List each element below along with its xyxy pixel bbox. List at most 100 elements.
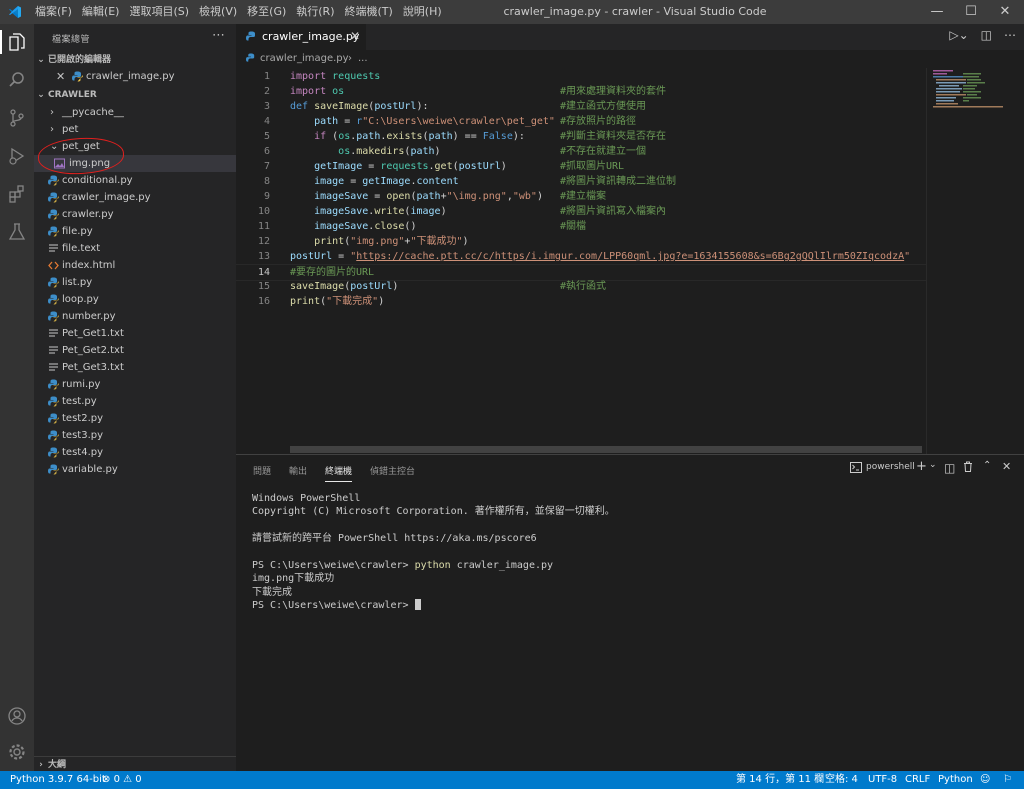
file-item[interactable]: conditional.py (34, 172, 236, 189)
code-token: ) (536, 191, 543, 202)
account-icon[interactable] (5, 704, 29, 728)
code-line[interactable]: 7 getImage = requests.get(postUrl) #抓取圖片U… (236, 159, 926, 174)
code-line[interactable]: 6 os.makedirs(path) #不存在就建立一個 (236, 144, 926, 159)
code-line[interactable]: 5 if (os.path.exists(path) == False): #判斷… (236, 129, 926, 144)
problems-indicator[interactable]: ⊗ 0 ⚠ 0 (102, 771, 142, 789)
code-line[interactable]: 11 imageSave.close() #關檔 (236, 219, 926, 234)
end-of-line[interactable]: CRLF (905, 771, 930, 789)
code-line[interactable]: 2 import os #用來處理資料夾的套件 (236, 84, 926, 99)
breadcrumb-more[interactable]: ... (358, 53, 368, 64)
file-item[interactable]: test4.py (34, 444, 236, 461)
file-item[interactable]: file.py (34, 223, 236, 240)
minimap[interactable] (926, 68, 1015, 454)
folder-item[interactable]: › pet (34, 121, 236, 138)
trash-icon[interactable] (963, 461, 973, 475)
panel-tab[interactable]: 偵錯主控台 (370, 464, 415, 477)
shell-selector-label[interactable]: powershell (866, 462, 915, 472)
close-window-button[interactable]: ✕ (988, 0, 1022, 24)
minimize-button[interactable]: — (920, 0, 954, 24)
feedback-icon[interactable]: ☺ (980, 771, 990, 789)
code-line[interactable]: 13 postUrl = "https://cache.ptt.cc/c/http… (236, 249, 926, 264)
menu-item[interactable]: 檔案(F) (30, 0, 77, 24)
code-text: image = getImage.content (290, 174, 459, 189)
close-panel-icon[interactable]: ✕ (1002, 460, 1011, 473)
more-actions-icon[interactable]: ⋯ (1004, 28, 1016, 42)
maximize-button[interactable]: ☐ (954, 0, 988, 24)
close-icon[interactable]: ✕ (56, 68, 65, 85)
encoding[interactable]: UTF-8 (868, 771, 897, 789)
settings-gear-icon[interactable] (5, 740, 29, 764)
file-item[interactable]: test3.py (34, 427, 236, 444)
code-line[interactable]: 16 print("下載完成") (236, 294, 926, 309)
file-item[interactable]: number.py (34, 308, 236, 325)
window-title: crawler_image.py - crawler - Visual Stud… (503, 5, 767, 18)
panel-tab[interactable]: 終端機 (325, 464, 353, 482)
new-terminal-icon[interactable]: + (916, 459, 927, 474)
horizontal-scrollbar[interactable] (290, 446, 922, 453)
code-line[interactable]: 9 imageSave = open(path+"\img.png","wb")… (236, 189, 926, 204)
code-token: "wb" (512, 191, 537, 202)
code-line[interactable]: 15 saveImage(postUrl) #執行函式 (236, 279, 926, 294)
file-item[interactable]: variable.py (34, 461, 236, 478)
menu-item[interactable]: 移至(G) (242, 0, 291, 24)
menu-item[interactable]: 編輯(E) (77, 0, 125, 24)
cursor-position[interactable]: 第 14 行，第 11 欄 (736, 771, 824, 789)
warning-count: 0 (135, 774, 142, 785)
file-item[interactable]: crawler_image.py (34, 189, 236, 206)
folder-item[interactable]: › __pycache__ (34, 104, 236, 121)
open-editors-header[interactable]: ⌄ 已開啟的編輯器 (34, 52, 236, 68)
split-editor-icon[interactable]: ◫ (981, 28, 992, 42)
menu-item[interactable]: 檢視(V) (194, 0, 242, 24)
indentation[interactable]: 空格: 4 (825, 771, 858, 789)
close-tab-icon[interactable]: ✕ (350, 29, 360, 43)
python-interpreter[interactable]: Python 3.9.7 64-bit (10, 771, 106, 789)
search-icon[interactable] (5, 68, 29, 92)
breadcrumb-file[interactable]: crawler_image.py (260, 53, 349, 64)
file-item[interactable]: file.text (34, 240, 236, 257)
explorer-icon[interactable] (5, 30, 29, 54)
code-line[interactable]: 1 import requests (236, 69, 926, 84)
file-item[interactable]: Pet_Get3.txt (34, 359, 236, 376)
more-actions-icon[interactable]: ⋯ (212, 28, 225, 43)
tab-crawler-image-py[interactable]: crawler_image.py ✕ (236, 24, 366, 50)
file-item[interactable]: index.html (34, 257, 236, 274)
code-token: if (314, 131, 327, 142)
file-item[interactable]: test.py (34, 393, 236, 410)
menu-item[interactable]: 選取項目(S) (124, 0, 194, 24)
file-item[interactable]: test2.py (34, 410, 236, 427)
code-line[interactable]: 3 def saveImage(postUrl): #建立函式方便使用 (236, 99, 926, 114)
language-mode[interactable]: Python (938, 771, 973, 789)
code-line[interactable]: 12 print("img.png"+"下載成功") (236, 234, 926, 249)
panel-tab[interactable]: 問題 (253, 464, 271, 477)
code-line[interactable]: 8 image = getImage.content #將圖片資訊轉成二進位制 (236, 174, 926, 189)
run-python-icon[interactable]: ▷⌄ (949, 28, 968, 42)
file-item[interactable]: list.py (34, 274, 236, 291)
testing-icon[interactable] (5, 220, 29, 244)
code-text: postUrl = "https://cache.ptt.cc/c/https/… (290, 249, 910, 264)
vertical-scrollbar[interactable] (1014, 68, 1024, 454)
maximize-panel-icon[interactable]: ⌃ (983, 460, 991, 471)
code-line[interactable]: 10 imageSave.write(image) #將圖片資訊寫入檔案內 (236, 204, 926, 219)
line-number: 14 (257, 267, 270, 278)
run-debug-icon[interactable] (5, 144, 29, 168)
notifications-bell-icon[interactable]: ⚐ (1003, 771, 1012, 789)
extensions-icon[interactable] (5, 182, 29, 206)
menu-item[interactable]: 終端機(T) (340, 0, 398, 24)
code-line[interactable]: 4 path = r"C:\Users\weiwe\crawler\pet_ge… (236, 114, 926, 129)
source-control-icon[interactable] (5, 106, 29, 130)
file-item[interactable]: crawler.py (34, 206, 236, 223)
folder-header-crawler[interactable]: ⌄ CRAWLER (34, 87, 236, 103)
file-item[interactable]: loop.py (34, 291, 236, 308)
chevron-down-icon[interactable]: ⌄ (929, 460, 937, 470)
open-editor-item[interactable]: ✕ crawler_image.py (34, 68, 236, 85)
panel-tab[interactable]: 輸出 (289, 464, 307, 477)
code-comment: #將圖片資訊轉成二進位制 (560, 176, 677, 187)
split-terminal-icon[interactable]: ◫ (944, 461, 955, 475)
menu-item[interactable]: 執行(R) (291, 0, 339, 24)
code-editor[interactable]: 1 import requests 2 import os #用來處理資料夾的套件 3 de… (236, 68, 1024, 454)
menu-item[interactable]: 說明(H) (398, 0, 447, 24)
file-item[interactable]: rumi.py (34, 376, 236, 393)
file-item[interactable]: Pet_Get1.txt (34, 325, 236, 342)
file-item[interactable]: Pet_Get2.txt (34, 342, 236, 359)
